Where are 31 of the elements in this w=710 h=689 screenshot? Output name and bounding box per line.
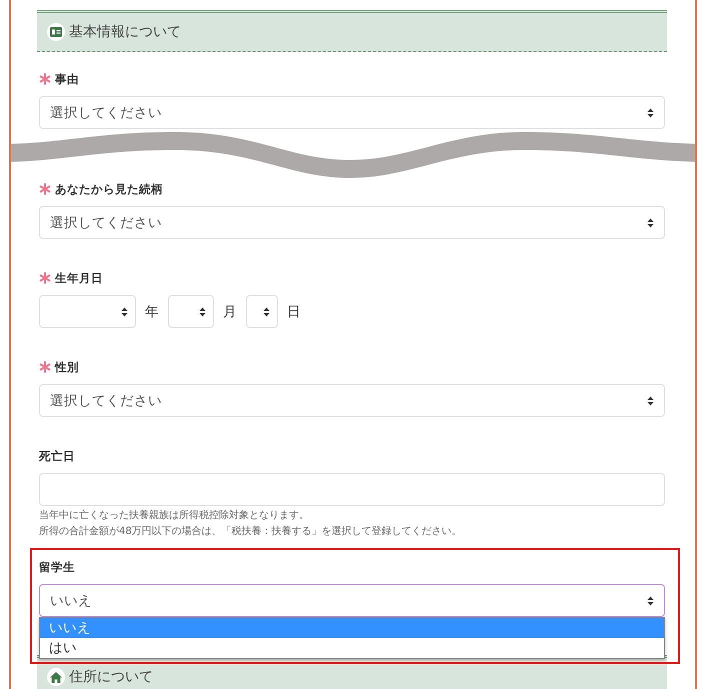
select-field[interactable]: 選択してください — [39, 384, 665, 417]
select-field[interactable] — [39, 295, 136, 328]
select-field[interactable] — [246, 295, 278, 328]
field-label: あなたから見た続柄 — [55, 182, 163, 196]
field-label: 性別 — [55, 360, 79, 374]
select-field[interactable]: いいえ — [39, 584, 665, 617]
section-title: 住所について — [69, 668, 153, 686]
section-title: 基本情報について — [69, 23, 181, 41]
date-unit: 月 — [223, 302, 237, 320]
select-field[interactable]: 選択してください — [39, 96, 665, 129]
date-unit: 年 — [145, 302, 159, 320]
id-card-icon — [47, 23, 65, 41]
sort-arrows-icon — [647, 218, 654, 228]
field-label: 事由 — [55, 72, 79, 86]
field-label: 留学生 — [39, 560, 75, 574]
select-field[interactable]: 選択してください — [39, 206, 665, 239]
input-field[interactable] — [39, 473, 665, 506]
sort-arrows-icon — [647, 396, 654, 406]
sort-arrows-icon — [647, 108, 654, 118]
help-text: 所得の合計金額が48万円以下の場合は、「税扶養：扶養する」を選択して登録してください。 — [39, 524, 463, 539]
house-icon — [47, 668, 65, 686]
sort-arrows-icon — [263, 306, 270, 316]
sort-arrows-icon — [199, 306, 206, 316]
field-label: 死亡日 — [39, 448, 75, 464]
help-text: 当年中に亡くなった扶養親族は所得税控除対象となります。 — [39, 508, 310, 523]
field-label: 生年月日 — [55, 270, 103, 286]
dropdown-option[interactable]: はい — [40, 638, 664, 658]
date-unit: 日 — [287, 302, 301, 320]
sort-arrows-icon — [647, 596, 654, 606]
select-field[interactable] — [168, 295, 214, 328]
sort-arrows-icon — [121, 306, 128, 316]
